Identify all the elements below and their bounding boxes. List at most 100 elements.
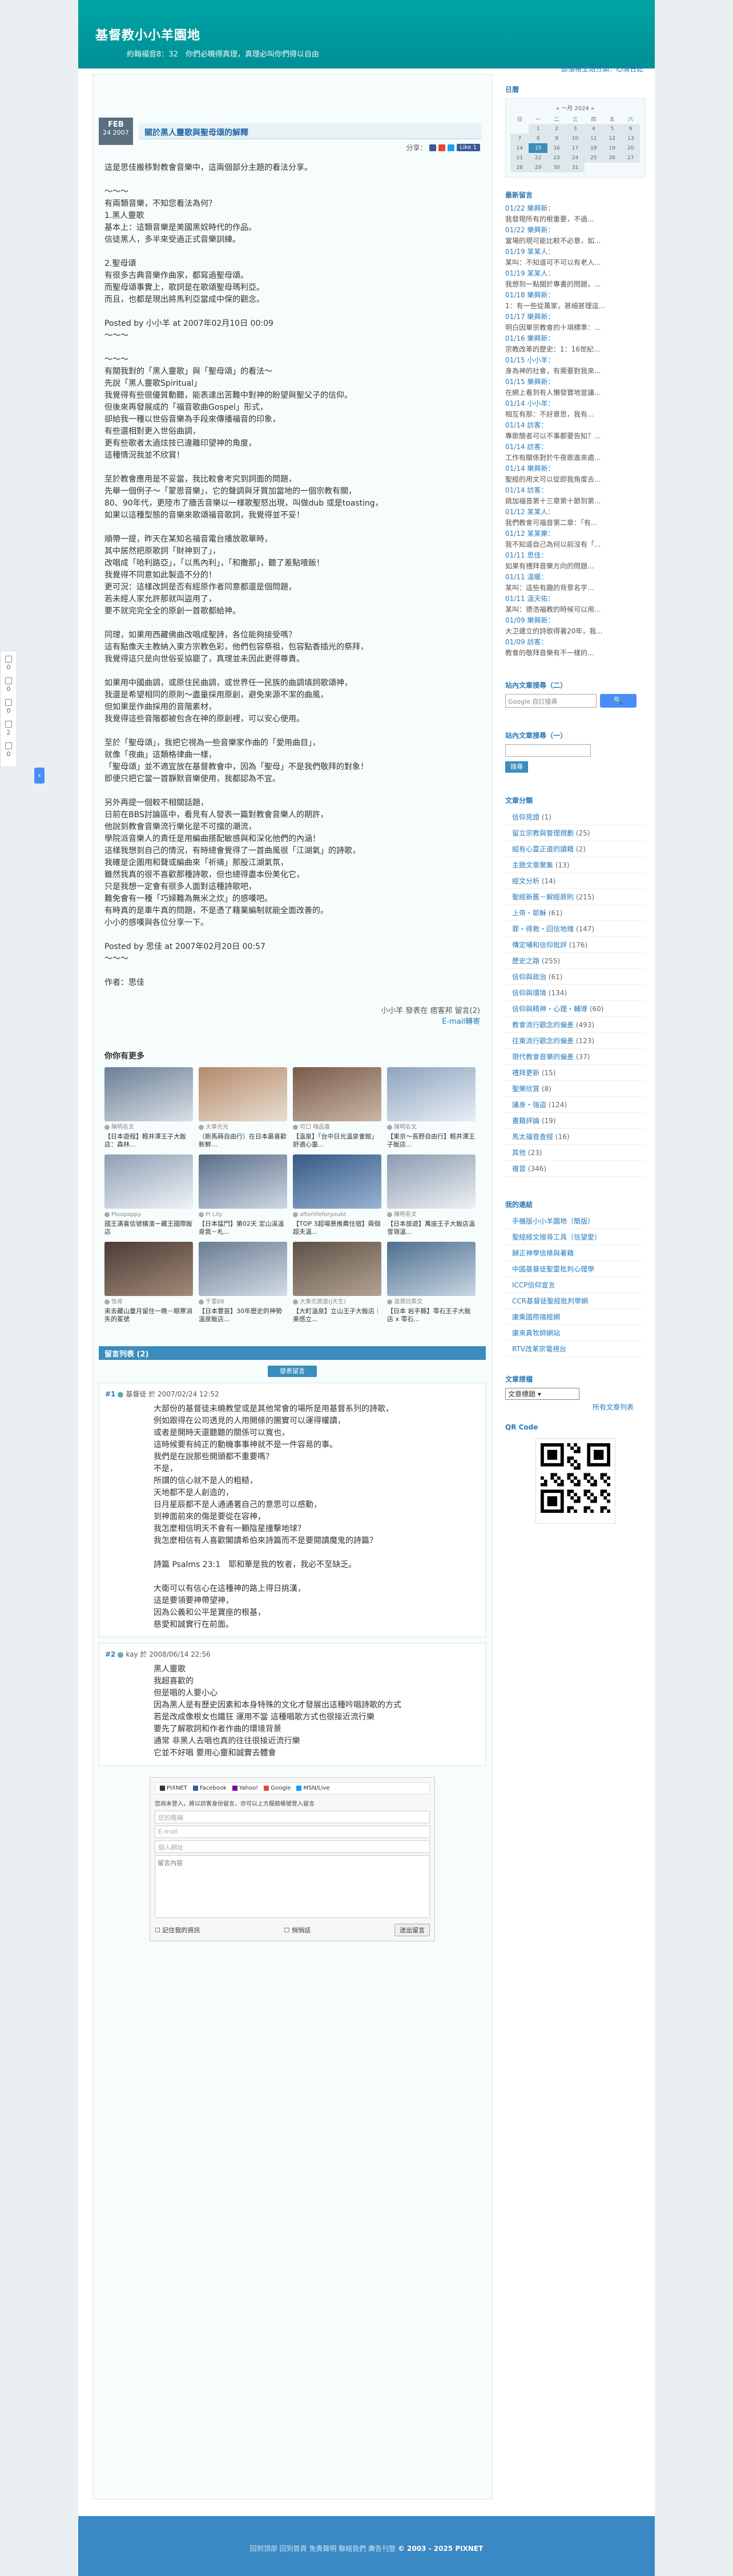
- related-item[interactable]: 滋潤日英文 【日本 岩手縣】零石王子大飯店 x 零石...: [387, 1242, 476, 1323]
- related-thumbnail[interactable]: [199, 1154, 287, 1209]
- recent-comment-text[interactable]: 我發現所有的根重要，不過...: [505, 215, 645, 224]
- blog-title[interactable]: 基督教小小羊園地: [95, 25, 655, 43]
- recent-comment-text[interactable]: 宗教改革的歷史：1：16世紀...: [505, 345, 645, 354]
- floating-action[interactable]: 2: [1, 721, 17, 741]
- related-thumbnail[interactable]: [293, 1242, 381, 1296]
- recent-comment-text[interactable]: 我不知道自己為何以前沒有「...: [505, 540, 645, 549]
- calendar-day[interactable]: [603, 163, 621, 172]
- recent-comment-date[interactable]: 01/14 訪客：: [505, 442, 645, 451]
- plurk-icon[interactable]: [438, 144, 445, 151]
- related-title-text[interactable]: 【TOP 3超場景推薦住宿】兩個超夫溫...: [293, 1220, 381, 1236]
- link-item[interactable]: RTV改革宗電視台: [505, 1341, 645, 1357]
- calendar-day[interactable]: 4: [584, 124, 603, 134]
- recent-comment-date[interactable]: 01/12 某某樂：: [505, 529, 645, 538]
- recent-comment-text[interactable]: 1：有一些從萬家，甚細甚理這...: [505, 301, 645, 310]
- related-item[interactable]: 千里88 【日本豐苗】30年歷史的神勢溫泉飯店...: [199, 1242, 287, 1323]
- login-service-google[interactable]: Google: [264, 1785, 291, 1791]
- floating-action[interactable]: 0: [1, 656, 17, 676]
- calendar-day[interactable]: 10: [566, 134, 585, 143]
- calendar-day[interactable]: 11: [584, 134, 603, 143]
- category-item[interactable]: 往東流行觀念的偏差 (123): [505, 1033, 645, 1049]
- calendar-day[interactable]: 5: [603, 124, 622, 134]
- related-thumbnail[interactable]: [387, 1067, 476, 1121]
- recent-comment-date[interactable]: 01/11 思佳：: [505, 551, 645, 560]
- footer-links[interactable]: 回到頂部 回到首頁 免責聲明 聯絡我們 廣告刊登: [250, 2545, 396, 2553]
- recent-comment-text[interactable]: 身為神的社會，有需要對我來...: [505, 366, 645, 376]
- related-title-text[interactable]: 【日本遊程】輕井澤王子大飯店：森林...: [104, 1133, 193, 1149]
- recent-comment-date[interactable]: 01/22 樂興新：: [505, 204, 645, 213]
- related-title-text[interactable]: 【溫泉】「台中日光溫泉會館」舒適心靈...: [293, 1133, 381, 1149]
- related-title-text[interactable]: 【東京～長野自由行】輕井澤王子飯店...: [387, 1133, 476, 1149]
- category-item[interactable]: 教會流行觀念的偏差 (493): [505, 1017, 645, 1033]
- calendar-day[interactable]: 31: [566, 163, 585, 172]
- calendar-day[interactable]: 16: [547, 143, 566, 153]
- recent-comment-text[interactable]: 聖經的用文可以從即我角度去...: [505, 475, 645, 484]
- calendar-day[interactable]: 24: [566, 153, 585, 163]
- archive-select[interactable]: 文章標題 ▾: [505, 1388, 579, 1400]
- submit-comment-button[interactable]: 送出留言: [394, 1924, 430, 1936]
- add-comment-button[interactable]: 發表留言: [268, 1366, 317, 1377]
- recent-comment-date[interactable]: 01/19 某某人：: [505, 247, 645, 256]
- private-checkbox[interactable]: ☐ 悄悄話: [284, 1925, 311, 1935]
- recent-comment-text[interactable]: 跳加福音第十三章第十節到第...: [505, 496, 645, 506]
- calendar-day[interactable]: 13: [621, 134, 640, 143]
- recent-comment-text[interactable]: 我們教會可福音第二章：「有...: [505, 518, 645, 527]
- email-field[interactable]: E-mail: [155, 1826, 430, 1838]
- calendar-day[interactable]: 22: [529, 153, 547, 163]
- site-search-button[interactable]: 搜尋: [505, 761, 528, 773]
- calendar-day[interactable]: 6: [621, 124, 640, 134]
- calendar-day[interactable]: 29: [529, 163, 547, 172]
- related-item[interactable]: Ploopappy 國王滿喜信號橫濱ー藏王國際飯店: [104, 1154, 193, 1236]
- login-service-pixnet[interactable]: PIXNET: [160, 1785, 187, 1791]
- calendar-day[interactable]: 19: [603, 143, 622, 153]
- floating-action[interactable]: 0: [1, 677, 17, 698]
- calendar-day[interactable]: 3: [566, 124, 585, 134]
- related-item[interactable]: 恰肯 來去藏山量月留住一晚－眼寒消失的冕號: [104, 1242, 193, 1323]
- recent-comment-date[interactable]: 01/09 樂興新：: [505, 616, 645, 625]
- category-item[interactable]: 聖樂欣賞 (8): [505, 1081, 645, 1097]
- category-item[interactable]: 留立宗教與管理規劃 (25): [505, 825, 645, 841]
- category-item[interactable]: 議身・強盜 (124): [505, 1097, 645, 1113]
- calendar-day[interactable]: 20: [621, 143, 640, 153]
- category-item[interactable]: 信仰見證 (1): [505, 809, 645, 825]
- like-button[interactable]: Like 1: [456, 144, 480, 151]
- recent-comment-text[interactable]: 某叫：不知道可不可以有老人...: [505, 258, 645, 267]
- site-search-input[interactable]: [505, 744, 591, 757]
- link-item[interactable]: 康來真牧師網站: [505, 1325, 645, 1341]
- related-thumbnail[interactable]: [104, 1067, 193, 1121]
- google-search-button[interactable]: 🔍: [600, 694, 637, 708]
- category-item[interactable]: 經文分析 (14): [505, 873, 645, 889]
- calendar-day[interactable]: 14: [510, 143, 529, 153]
- related-title-text[interactable]: 【大町溫泉】立山王子大飯店｜美感立...: [293, 1307, 381, 1323]
- login-service-facebook[interactable]: Facebook: [192, 1785, 227, 1791]
- recent-comment-date[interactable]: 01/11 溫暖：: [505, 572, 645, 582]
- link-item[interactable]: 手機版小小羊園地（簡版）: [505, 1213, 645, 1229]
- category-item[interactable]: 其他 (23): [505, 1145, 645, 1161]
- related-title-text[interactable]: 【日本旅遊】萬座王子大飯店溫雪嶺溫...: [387, 1220, 476, 1236]
- site-category-link[interactable]: 部落格全站分類：心情日記: [561, 64, 643, 74]
- recent-comment-date[interactable]: 01/15 樂興新：: [505, 377, 645, 386]
- recent-comment-date[interactable]: 01/17 樂興新：: [505, 312, 645, 321]
- link-item[interactable]: 康乘國際禧經網: [505, 1309, 645, 1325]
- related-item[interactable]: 陳明名文 【日本旅遊】萬座王子大飯店溫雪嶺溫...: [387, 1154, 476, 1236]
- recent-comment-text[interactable]: 相互有那：不好意思，我有...: [505, 410, 645, 419]
- recent-comment-date[interactable]: 01/09 訪客：: [505, 637, 645, 647]
- recent-comment-text[interactable]: 在網上看到有人懶發寶地宣議...: [505, 388, 645, 397]
- name-field[interactable]: 您的暱稱: [155, 1811, 430, 1823]
- category-item[interactable]: 信仰與環境 (134): [505, 985, 645, 1001]
- link-item[interactable]: 中國基督徒聖靈批判心理學: [505, 1261, 645, 1277]
- related-title-text[interactable]: 國王滿喜信號橫濱ー藏王國際飯店: [104, 1220, 193, 1236]
- calendar-day[interactable]: 26: [603, 153, 622, 163]
- link-item[interactable]: 聖經經文搜尋工具（信望愛）: [505, 1229, 645, 1245]
- facebook-icon[interactable]: [429, 144, 436, 151]
- recent-comment-text[interactable]: 當場的現可能比較不必意，如...: [505, 236, 645, 245]
- floating-action[interactable]: 0: [1, 699, 17, 720]
- category-item[interactable]: 歷史之路 (255): [505, 953, 645, 969]
- recent-comment-text[interactable]: 工作有關係對於午夜歌進來處...: [505, 453, 645, 462]
- category-item[interactable]: 組有心靈正道的讀藉 (2): [505, 841, 645, 857]
- related-item[interactable]: afterlifeforyoubt 【TOP 3超場景推薦住宿】兩個超夫溫...: [293, 1154, 381, 1236]
- recent-comment-date[interactable]: 01/11 溫天佑：: [505, 594, 645, 603]
- recent-comment-date[interactable]: 01/15 小小羊：: [505, 356, 645, 365]
- twitter-icon[interactable]: [447, 144, 454, 151]
- calendar-day[interactable]: 30: [547, 163, 566, 172]
